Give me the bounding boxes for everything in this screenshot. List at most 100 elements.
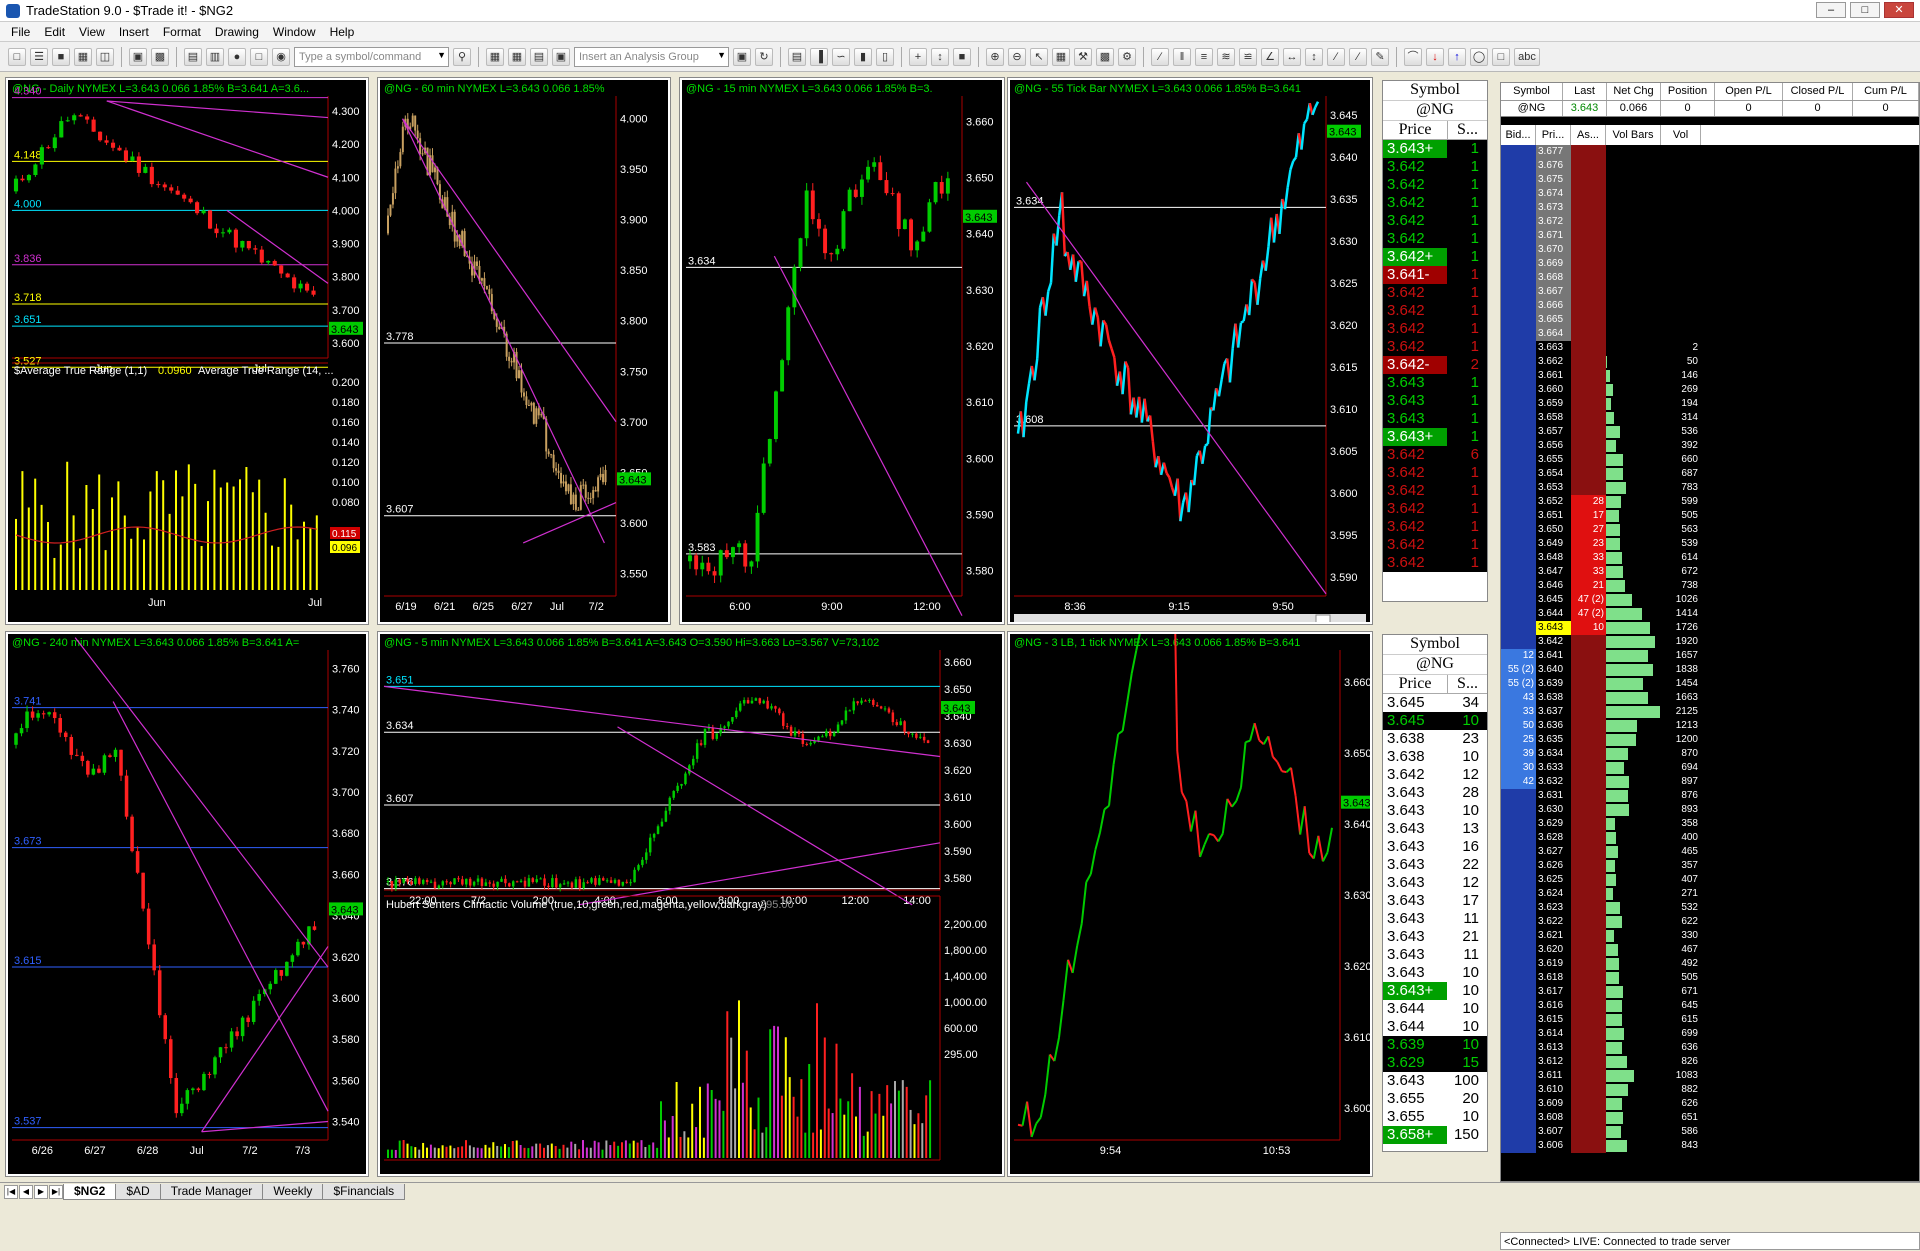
ladder-price[interactable]: 3.637	[1536, 705, 1571, 719]
pencil-icon[interactable]: ✎	[1371, 48, 1389, 66]
vertical-line-icon[interactable]: ‖	[1173, 48, 1191, 66]
ladder-price[interactable]: 3.632	[1536, 775, 1571, 789]
ladder-price[interactable]: 3.646	[1536, 579, 1571, 593]
layout-icon[interactable]: ▦	[486, 48, 504, 66]
save-icon[interactable]: ■	[52, 48, 70, 66]
ladder-price[interactable]: 3.634	[1536, 747, 1571, 761]
ladder-price[interactable]: 3.641	[1536, 649, 1571, 663]
ladder-row[interactable]: 3.625407	[1501, 873, 1919, 887]
ladder-row[interactable]: 3.654687	[1501, 467, 1919, 481]
save-all-icon[interactable]: ▦	[74, 48, 92, 66]
ladder-price[interactable]: 3.627	[1536, 845, 1571, 859]
ladder-row[interactable]: 3.65027563	[1501, 523, 1919, 537]
ladder-price[interactable]: 3.642	[1536, 635, 1571, 649]
col-open-pl[interactable]: Open P/L	[1715, 83, 1783, 100]
color-icon[interactable]: ■	[953, 48, 971, 66]
tools-icon[interactable]: ⚒	[1074, 48, 1092, 66]
channel-icon[interactable]: ≋	[1217, 48, 1235, 66]
ladder-price[interactable]: 3.649	[1536, 537, 1571, 551]
ladder-row[interactable]: 3.657536	[1501, 425, 1919, 439]
angle-icon[interactable]: ∠	[1261, 48, 1279, 66]
col-position[interactable]: Position	[1661, 83, 1715, 100]
close-button[interactable]: ✕	[1884, 2, 1914, 18]
ladder-price[interactable]: 3.619	[1536, 957, 1571, 971]
ladder-price[interactable]: 3.658	[1536, 411, 1571, 425]
time-and-sales-2[interactable]: Symbol @NG PriceS... 3.645343.645103.638…	[1382, 634, 1488, 1152]
col-size[interactable]: S...	[1447, 121, 1487, 139]
print-icon[interactable]: ▩	[151, 48, 169, 66]
ladder-row[interactable]: 55 (2)3.6391454	[1501, 677, 1919, 691]
chart-5min[interactable]: @NG - 5 min NYMEX L=3.643 0.066 1.85% B=…	[378, 632, 1004, 1176]
chart-canvas[interactable]: 3.6603.6503.6403.6303.6203.6103.6003.590…	[380, 634, 1004, 1176]
ladder-row[interactable]: 3.626357	[1501, 859, 1919, 873]
ladder-row[interactable]: 3.6632	[1501, 341, 1919, 355]
menu-edit[interactable]: Edit	[37, 25, 72, 39]
ladder-price[interactable]: 3.652	[1536, 495, 1571, 509]
ladder-price[interactable]: 3.625	[1536, 873, 1571, 887]
ladder-row[interactable]: 3.667	[1501, 285, 1919, 299]
ladder-price[interactable]: 3.616	[1536, 999, 1571, 1013]
col-ask[interactable]: As...	[1571, 125, 1606, 145]
col-price[interactable]: Pri...	[1536, 125, 1571, 145]
ladder-price[interactable]: 3.622	[1536, 915, 1571, 929]
analysis-group-input[interactable]: Insert an Analysis Group▼	[574, 47, 729, 67]
select-icon[interactable]: ▦	[1052, 48, 1070, 66]
ladder-price[interactable]: 3.669	[1536, 257, 1571, 271]
ladder-price[interactable]: 3.666	[1536, 299, 1571, 313]
refresh-icon[interactable]: ↻	[755, 48, 773, 66]
ladder-price[interactable]: 3.655	[1536, 453, 1571, 467]
ladder-price[interactable]: 3.648	[1536, 551, 1571, 565]
crosshair-icon[interactable]: +	[909, 48, 927, 66]
chart-canvas[interactable]: 3.6453.6403.6353.6303.6253.6203.6153.610…	[1010, 80, 1372, 624]
minimize-button[interactable]: –	[1816, 2, 1846, 18]
chart-3-linebreak[interactable]: @NG - 3 LB, 1 tick NYMEX L=3.643 0.066 1…	[1008, 632, 1372, 1176]
ladder-row[interactable]: 3.6111083	[1501, 1069, 1919, 1083]
ladder-price[interactable]: 3.639	[1536, 677, 1571, 691]
split-icon[interactable]: ↕	[931, 48, 949, 66]
chart-canvas[interactable]: 3.6603.6503.6403.6303.6203.6103.6009:541…	[1010, 634, 1372, 1176]
ladder-price[interactable]: 3.667	[1536, 285, 1571, 299]
ladder-row[interactable]: 3.617671	[1501, 985, 1919, 999]
col-size[interactable]: S...	[1447, 675, 1487, 693]
up-arrow-icon[interactable]: ↑	[1448, 48, 1466, 66]
ladder-row[interactable]: 3.616645	[1501, 999, 1919, 1013]
ladder-row[interactable]: 3.64923539	[1501, 537, 1919, 551]
col-cum-pl[interactable]: Cum P/L	[1853, 83, 1919, 100]
ladder-row[interactable]: 253.6351200	[1501, 733, 1919, 747]
open-icon[interactable]: ☰	[30, 48, 48, 66]
time-and-sales-1[interactable]: Symbol @NG PriceS... 3.643+13.64213.6421…	[1382, 80, 1488, 602]
ladder-row[interactable]: 303.633694	[1501, 761, 1919, 775]
ladder-row[interactable]: 433.6381663	[1501, 691, 1919, 705]
ladder-row[interactable]: 3.607586	[1501, 1125, 1919, 1139]
ladder-price[interactable]: 3.626	[1536, 859, 1571, 873]
col-bid[interactable]: Bid...	[1501, 125, 1536, 145]
ladder-price[interactable]: 3.629	[1536, 817, 1571, 831]
ladder-price[interactable]: 3.650	[1536, 523, 1571, 537]
ladder-price[interactable]: 3.633	[1536, 761, 1571, 775]
ladder-row[interactable]: 3.624271	[1501, 887, 1919, 901]
ladder-price[interactable]: 3.611	[1536, 1069, 1571, 1083]
ladder-row[interactable]: 3.675	[1501, 173, 1919, 187]
ladder-price[interactable]: 3.618	[1536, 971, 1571, 985]
ladder-price[interactable]: 3.636	[1536, 719, 1571, 733]
ladder-price[interactable]: 3.674	[1536, 187, 1571, 201]
ladder-price[interactable]: 3.621	[1536, 929, 1571, 943]
ladder-row[interactable]: 3.671	[1501, 229, 1919, 243]
text-icon[interactable]: abc	[1514, 48, 1540, 66]
print-preview-icon[interactable]: ▣	[129, 48, 147, 66]
ladder-price[interactable]: 3.673	[1536, 201, 1571, 215]
ladder-row[interactable]: 3.64621738	[1501, 579, 1919, 593]
ladder-price[interactable]: 3.677	[1536, 145, 1571, 159]
ladder-price[interactable]: 3.662	[1536, 355, 1571, 369]
ladder-price[interactable]: 3.647	[1536, 565, 1571, 579]
ladder-price[interactable]: 3.668	[1536, 271, 1571, 285]
chart-canvas[interactable]: 4.3004.2004.1004.0003.9003.8003.7003.600…	[8, 80, 368, 624]
folder-icon[interactable]: ◫	[96, 48, 114, 66]
new-icon[interactable]: □	[8, 48, 26, 66]
menu-drawing[interactable]: Drawing	[208, 25, 266, 39]
arrow-ud-icon[interactable]: ↕	[1305, 48, 1323, 66]
ladder-row[interactable]: 3.660269	[1501, 383, 1919, 397]
ladder-price[interactable]: 3.635	[1536, 733, 1571, 747]
symbol-value[interactable]: @NG	[1383, 655, 1487, 675]
ladder-row[interactable]: 3.65117505	[1501, 509, 1919, 523]
